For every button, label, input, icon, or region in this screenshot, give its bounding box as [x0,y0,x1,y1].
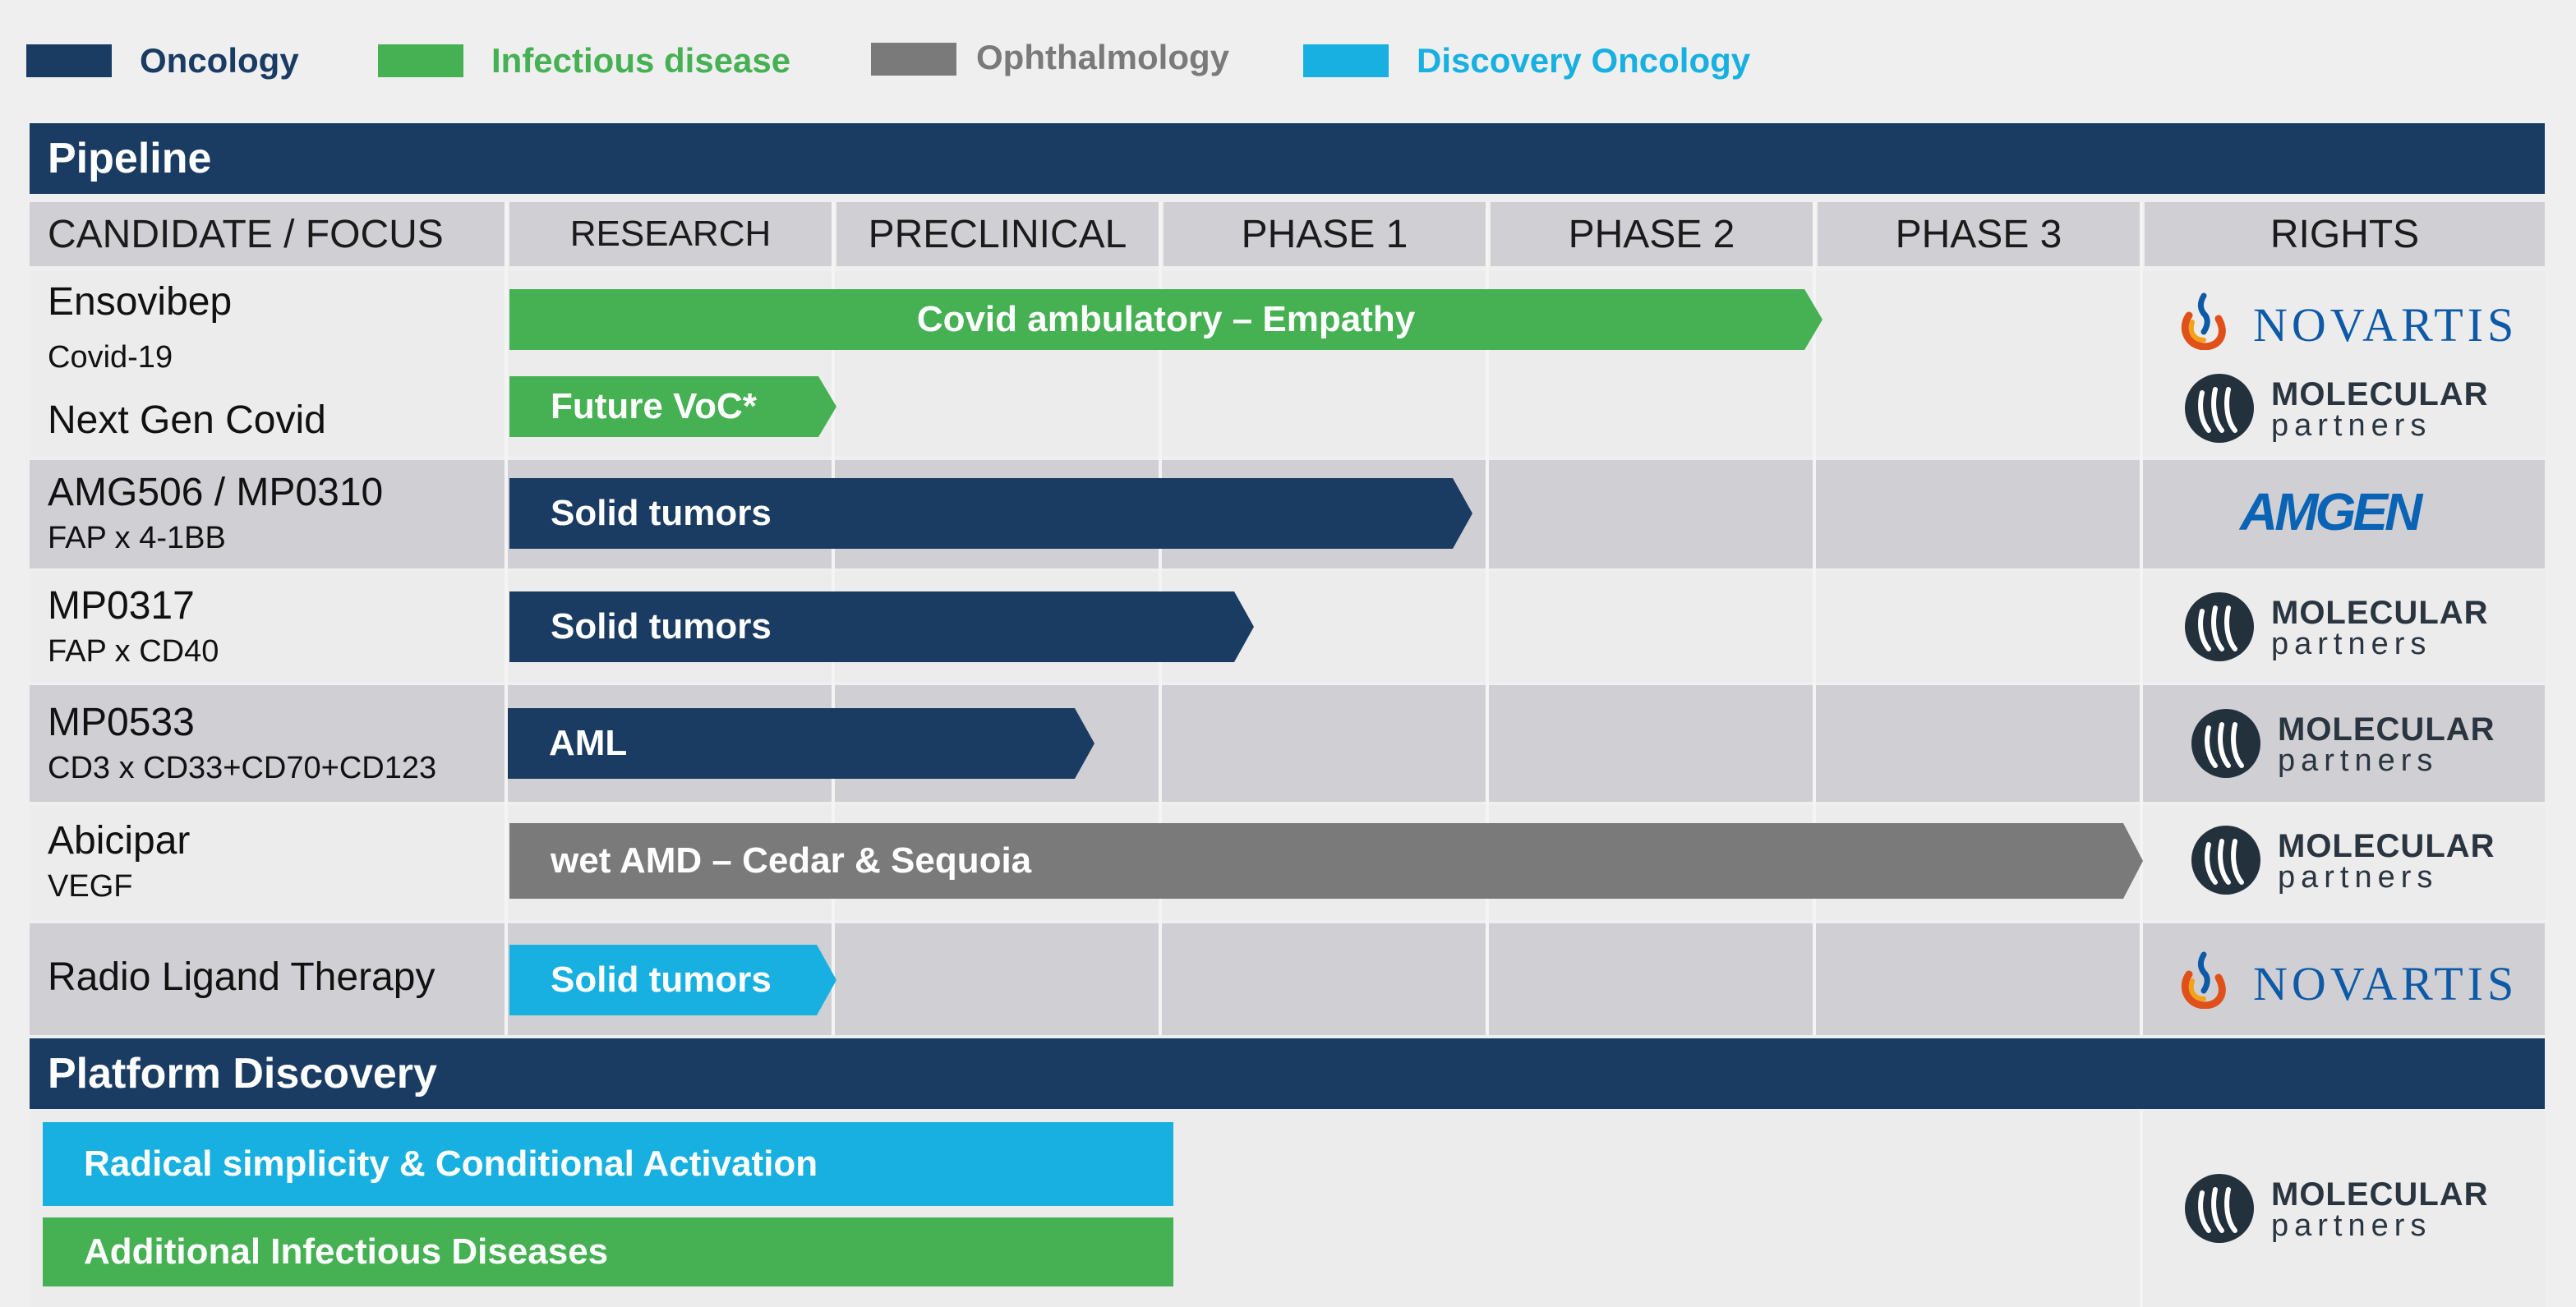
mp-wordmark-line2: partners [2271,1208,2432,1243]
legend-discovery-oncology: Discovery Oncology [1303,41,1763,90]
arrow-solid-tumors-mp0317: Solid tumors [509,591,1254,662]
novartis-logo: NOVARTIS [2176,946,2521,1012]
mp-wordmark-line2: partners [2278,860,2439,895]
arrow-future-voc: Future VoC* [509,376,836,437]
mp-wordmark-line2: partners [2271,408,2432,443]
novartis-flame-icon [2182,292,2226,350]
legend-swatch-discovery [1303,44,1389,77]
legend-infectious-disease: Infectious disease [378,41,838,90]
molecular-partners-logo: MOLECULAR partners [2184,590,2496,664]
candidate-focus: CD3 x CD33+CD70+CD123 [48,751,437,785]
amgen-logo: AMGEN [2235,480,2449,545]
novartis-wordmark: NOVARTIS [2253,957,2518,1010]
molecular-partners-icon [2185,374,2254,443]
mp-wordmark-line2: partners [2278,743,2439,778]
molecular-partners-icon [2191,826,2260,895]
row-bg-mp0317 [30,572,2545,682]
pipeline-title: Pipeline [48,135,212,182]
candidate-name: AMG506 / MP0310 [48,471,384,514]
arrow-wet-amd: wet AMD – Cedar & Sequoia [509,823,2143,899]
legend-swatch-infectious [378,44,463,77]
candidate-name: Ensovibep [48,280,233,324]
candidate-focus: FAP x CD40 [48,634,219,669]
novartis-flame-icon [2182,951,2226,1009]
candidate-name: MP0533 [48,701,195,744]
divider [2140,202,2143,1035]
bar-radical-simplicity: Radical simplicity & Conditional Activat… [43,1122,1173,1206]
legend-label: Oncology [140,41,299,80]
header-phase-3: PHASE 3 [1818,202,2140,266]
divider [505,202,508,1035]
legend-label: Infectious disease [491,41,791,80]
legend-swatch-ophthalmology [871,43,956,76]
legend-label: Ophthalmology [976,38,1229,76]
mp-wordmark-line1: MOLECULAR [2271,1176,2489,1213]
pipeline-title-bar: Pipeline [30,123,2545,194]
molecular-partners-logo: MOLECULAR partners [2184,371,2496,445]
arrow-solid-tumors-amg506: Solid tumors [509,478,1472,549]
header-preclinical: PRECLINICAL [836,202,1159,266]
divider [2140,1111,2143,1307]
candidate-focus: VEGF [48,869,133,904]
mp-wordmark-line1: MOLECULAR [2278,828,2495,864]
mp-wordmark-line1: MOLECULAR [2271,595,2489,631]
header-phase-2: PHASE 2 [1491,202,1813,266]
molecular-partners-logo: MOLECULAR partners [2184,1171,2496,1245]
mp-wordmark-line1: MOLECULAR [2278,711,2495,748]
novartis-logo: NOVARTIS [2176,288,2521,353]
molecular-partners-icon [2185,1174,2254,1243]
molecular-partners-icon [2185,592,2254,661]
arrow-radio-ligand-solid-tumors: Solid tumors [509,945,836,1015]
legend-swatch-oncology [26,44,112,77]
header-candidate: CANDIDATE / FOCUS [30,202,505,266]
header-rights: RIGHTS [2145,202,2545,266]
arrow-covid-ambulatory: Covid ambulatory – Empathy [509,289,1823,350]
molecular-partners-logo: MOLECULAR partners [2191,706,2503,780]
candidate-name: Radio Ligand Therapy [48,955,435,999]
legend-oncology: Oncology [26,41,322,90]
molecular-partners-logo: MOLECULAR partners [2191,823,2503,897]
candidate-name: Abicipar [48,819,191,863]
candidate-name: MP0317 [48,584,195,628]
mp-wordmark-line1: MOLECULAR [2271,376,2489,412]
pipeline-slide: Oncology Infectious disease Ophthalmolog… [0,0,2576,1307]
novartis-wordmark: NOVARTIS [2253,298,2518,352]
molecular-partners-icon [2191,709,2260,778]
amgen-wordmark: AMGEN [2240,482,2422,541]
candidate-focus: Covid-19 [48,340,173,375]
mp-wordmark-line2: partners [2271,627,2432,661]
legend-label: Discovery Oncology [1417,41,1751,80]
bar-additional-infectious: Additional Infectious Diseases [43,1217,1173,1286]
platform-title: Platform Discovery [48,1050,437,1098]
arrow-aml: AML [508,708,1094,779]
candidate-focus: FAP x 4-1BB [48,521,226,555]
candidate-name: Next Gen Covid [48,398,326,442]
legend-ophthalmology: Ophthalmology [871,38,1265,90]
platform-title-bar: Platform Discovery [30,1038,2545,1109]
header-research: RESEARCH [509,202,832,266]
header-phase-1: PHASE 1 [1164,202,1486,266]
